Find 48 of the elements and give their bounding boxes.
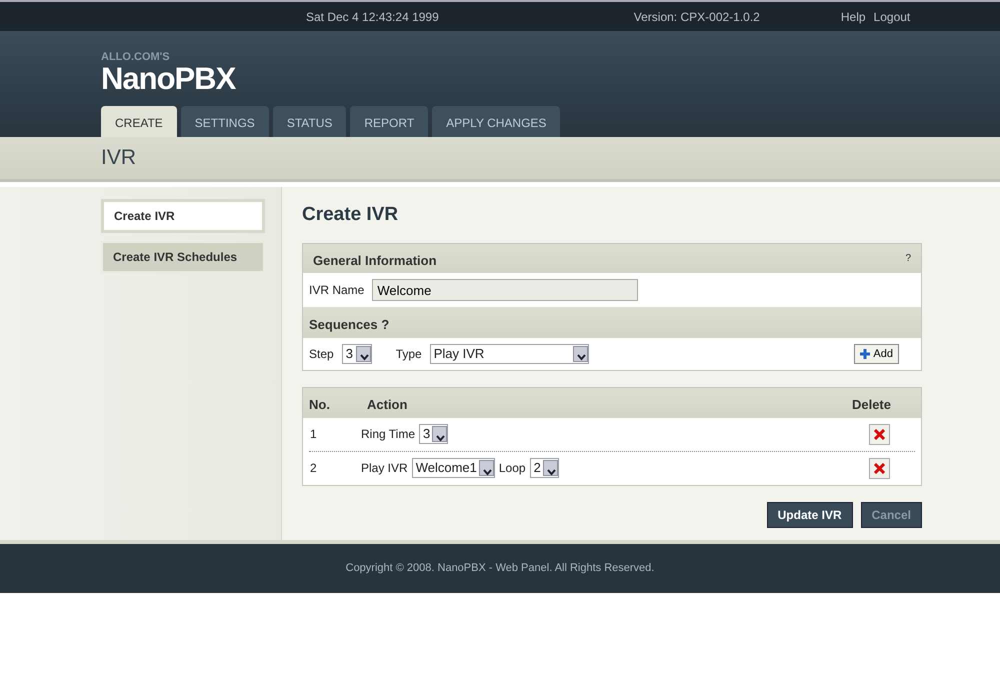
nav-tab[interactable]: STATUS [272,106,346,137]
form-button[interactable]: Update IVR [766,502,853,528]
version-text: Version: CPX-002-1.0.2 [634,8,760,26]
caret-icon [432,426,448,442]
section-heading: Create IVR [302,203,400,227]
sidebar-item[interactable]: Create IVR Schedules [101,241,265,273]
delete-button[interactable] [869,458,890,478]
column-header: No. [309,396,331,414]
row-number: 1 [310,426,318,443]
panel-header: Sequences ? [303,307,921,338]
caret-icon [356,346,371,362]
field-label: Loop [498,460,526,477]
field-label: Play IVR [361,460,408,477]
field-label: IVR Name [309,282,364,299]
panel-title: General Information [313,252,437,270]
header-link[interactable]: Logout [874,8,910,26]
nav-tab[interactable]: CREATE [101,106,177,137]
type-select[interactable]: Play IVR [430,344,589,364]
caret-icon [542,460,558,476]
field-label: Step [309,346,334,363]
caret-icon [478,460,494,476]
copyright-text: Copyright © 2008. NanoPBX - Web Panel. All Rights Reserved. [346,561,654,576]
header-link[interactable]: Help [840,8,866,26]
add-button[interactable]: Add [854,344,899,364]
help-link[interactable]: ? [905,250,911,270]
value-select[interactable]: Welcome1 [412,458,495,478]
value-select[interactable]: 2 [530,458,559,478]
step-select[interactable]: 3 [342,344,372,364]
row-number: 2 [310,460,318,477]
column-header: Delete [852,396,891,414]
nav-tab[interactable]: REPORT [350,106,428,137]
plus-icon [860,348,870,359]
date-time: Sat Dec 4 12:43:24 1999 [306,8,439,26]
field-label: Ring Time [361,426,416,443]
logo-tagline: ALLO.COM'S [101,52,171,63]
page-title: IVR [101,146,136,170]
x-icon [874,428,885,440]
delete-button[interactable] [869,424,890,444]
nav-tab[interactable]: SETTINGS [180,106,269,137]
x-icon [874,462,885,474]
nav-tab[interactable]: APPLY CHANGES [432,106,560,137]
caret-icon [572,346,588,362]
field-label: Type [396,346,422,363]
sidebar-item[interactable]: Create IVR [101,199,265,233]
value-select[interactable]: 3 [419,424,448,444]
name-field[interactable]: Welcome [372,279,638,301]
logo-text: NanoPBX [101,63,237,94]
column-header: Action [367,396,408,414]
